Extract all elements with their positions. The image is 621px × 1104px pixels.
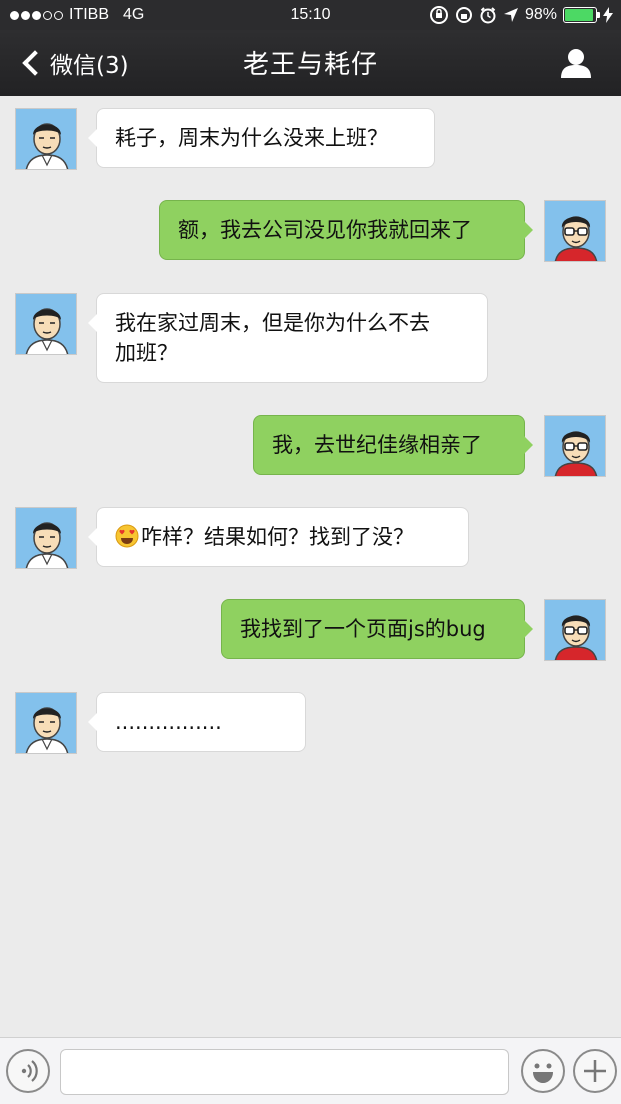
received-message-bubble[interactable]: 耗子，周末为什么没来上班？ [88,108,435,168]
battery-icon [563,7,600,23]
charging-bolt-icon [603,7,613,23]
heart-eyes-emoji [115,524,139,548]
bubble-tail [524,620,533,638]
bubble-tail [88,314,97,332]
message-list: 耗子，周末为什么没来上班？ 额，我去公司没见你我就回来了我在家过周末，但是你为什么… [0,96,621,1037]
lock-icon [455,7,472,23]
bubble-tail [88,129,97,147]
sent-message-bubble[interactable]: 额，我去公司没见你我就回来了 [159,200,533,260]
contact-avatar[interactable] [15,108,77,170]
received-message-bubble[interactable]: 我在家过周末，但是你为什么不去 加班？ [88,293,488,383]
message-text: 咋样？结果如何？找到了没？ [141,525,414,549]
message-text: 我找到了一个页面js的bug [240,617,486,641]
message-text: 耗子，周末为什么没来上班？ [115,126,388,150]
bubble-tail [524,221,533,239]
message-text: ................ [115,710,222,734]
bubble-tail [88,713,97,731]
my-avatar[interactable] [544,415,606,477]
chat-title: 老王与耗仔 [242,50,378,80]
chat-header: 微信(3) 老王与耗仔 [0,30,621,96]
input-bar [0,1037,621,1104]
received-message-bubble[interactable]: 咋样？结果如何？找到了没？ [88,507,469,567]
location-arrow-icon [503,8,518,22]
person-icon[interactable] [559,46,593,80]
status-bar: ITIBB 4G 15:10 98% [0,0,621,30]
contact-avatar[interactable] [15,507,77,569]
received-message-bubble[interactable]: ................ [88,692,306,752]
contact-avatar[interactable] [15,692,77,754]
contact-avatar[interactable] [15,293,77,355]
voice-icon [21,1060,38,1082]
alarm-icon [480,7,496,24]
message-text: 我在家过周末，但是你为什么不去 加班？ [115,311,430,365]
bubble-tail [524,436,533,454]
status-right: 98% [429,5,613,25]
plus-icon [584,1060,606,1082]
smiley-icon [533,1063,553,1083]
more-button[interactable] [573,1049,617,1093]
sent-message-bubble[interactable]: 我，去世纪佳缘相亲了 [253,415,533,475]
voice-button[interactable] [6,1049,50,1093]
sent-message-bubble[interactable]: 我找到了一个页面js的bug [221,599,533,659]
emoji-button[interactable] [521,1049,565,1093]
battery-percent: 98% [524,6,557,23]
message-text: 额，我去公司没见你我就回来了 [178,218,472,242]
bubble-tail [88,528,97,546]
rotation-lock-icon [429,6,448,24]
my-avatar[interactable] [544,200,606,262]
my-avatar[interactable] [544,599,606,661]
message-text: 我，去世纪佳缘相亲了 [272,433,482,457]
message-input[interactable] [60,1049,509,1095]
